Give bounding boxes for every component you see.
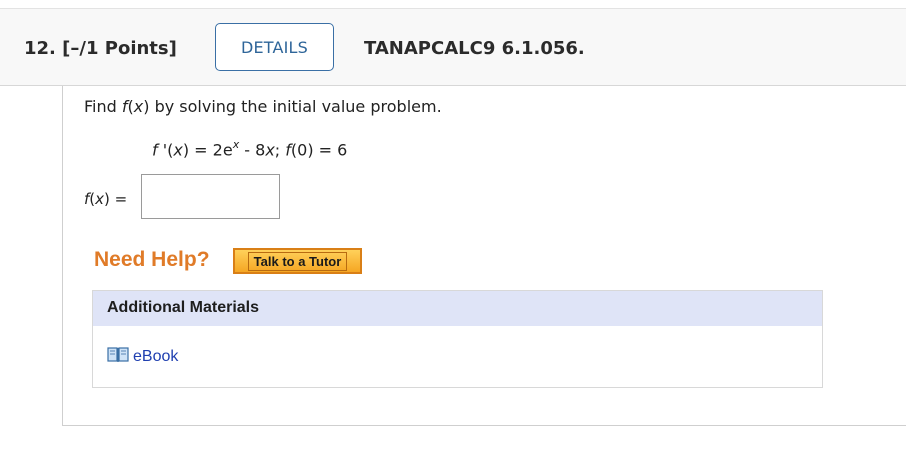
additional-materials-title: Additional Materials bbox=[107, 299, 260, 316]
ebook-label: eBook bbox=[133, 348, 179, 365]
tutor-button-label: Talk to a Tutor bbox=[247, 251, 348, 271]
need-help-heading: Need Help? bbox=[94, 248, 210, 271]
talk-to-tutor-button[interactable]: Talk to a Tutor bbox=[233, 248, 362, 274]
question-header: 12. [–/1 Points] DETAILS TANAPCALC9 6.1.… bbox=[0, 8, 906, 86]
question-prompt: Find f(x) by solving the initial value p… bbox=[84, 97, 442, 116]
answer-input[interactable] bbox=[141, 174, 280, 219]
question-title: 12. [–/1 Points] bbox=[24, 38, 177, 59]
question-code: TANAPCALC9 6.1.056. bbox=[364, 38, 585, 59]
book-icon bbox=[107, 346, 129, 368]
question-points: [–/1 Points] bbox=[62, 38, 177, 59]
ebook-link[interactable]: eBook bbox=[107, 346, 178, 368]
question-number: 12. bbox=[24, 38, 56, 59]
question-equation: f '(x) = 2ex - 8x; f(0) = 6 bbox=[152, 138, 348, 160]
answer-label: f(x) = bbox=[84, 190, 128, 208]
additional-materials-panel: Additional Materials eBook bbox=[92, 290, 823, 388]
details-button[interactable]: DETAILS bbox=[215, 23, 334, 71]
additional-materials-header: Additional Materials bbox=[93, 291, 822, 326]
